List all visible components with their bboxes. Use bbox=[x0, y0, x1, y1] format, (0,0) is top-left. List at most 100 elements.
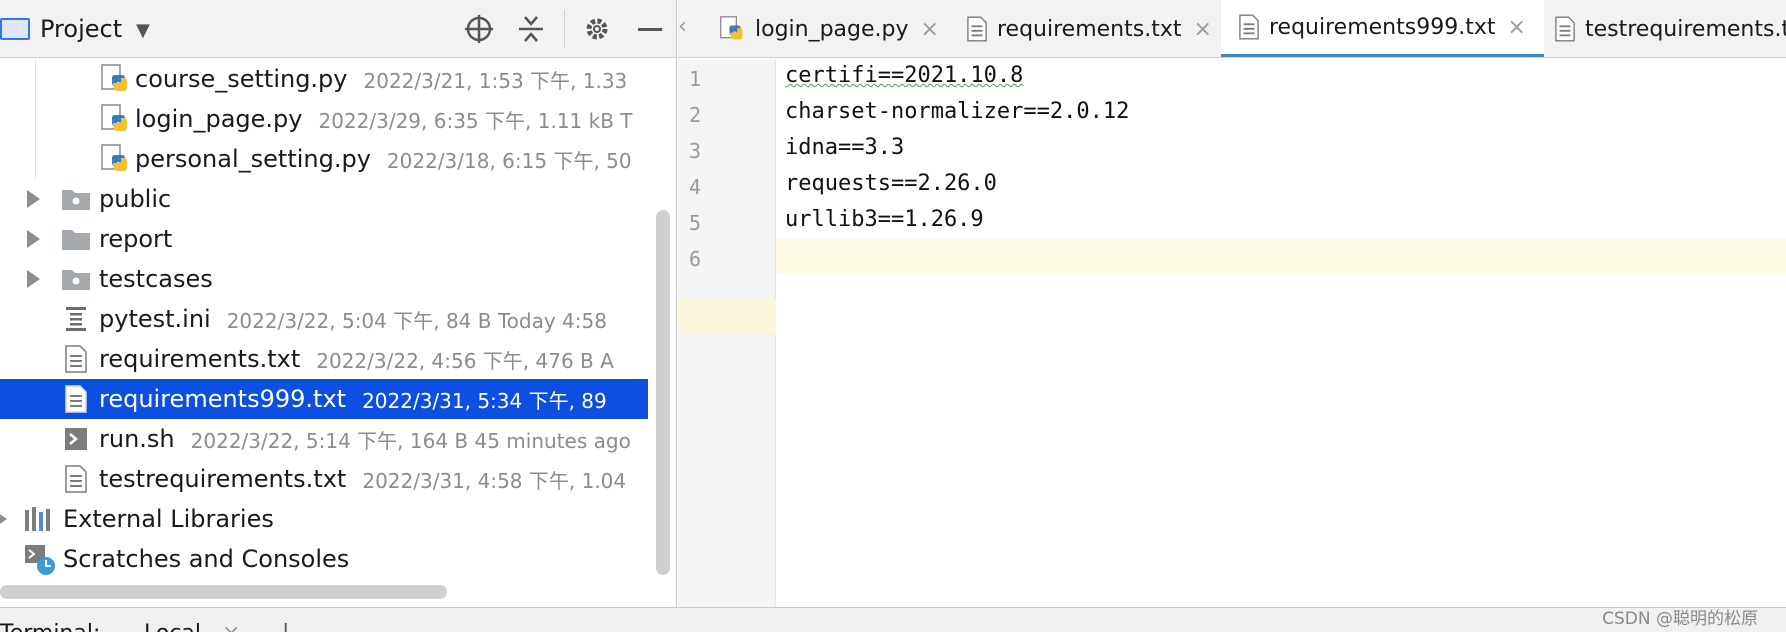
tab-label: requirements999.txt bbox=[1269, 14, 1496, 40]
line-number: 1 bbox=[689, 67, 702, 91]
tab-label: requirements.txt bbox=[997, 16, 1182, 42]
close-icon[interactable]: × bbox=[1193, 17, 1211, 42]
close-icon[interactable]: × bbox=[1507, 15, 1525, 40]
tree-item-meta: 2022/3/22, 5:14 下午, 164 B 45 minutes ago bbox=[190, 428, 631, 453]
package-folder-icon bbox=[62, 270, 90, 290]
tree-item[interactable]: pytest.ini 2022/3/22, 5:04 下午, 84 B Toda… bbox=[0, 299, 648, 339]
horizontal-scrollbar[interactable] bbox=[0, 585, 447, 599]
expand-arrow-icon[interactable] bbox=[0, 510, 7, 528]
tree-item-meta: 2022/3/31, 5:34 下午, 89 bbox=[362, 388, 607, 413]
line-number: 3 bbox=[689, 139, 702, 163]
project-panel: Project ▼ course_setting.py 2022/3/21, 1… bbox=[0, 0, 677, 607]
tree-item-name: Scratches and Consoles bbox=[63, 545, 350, 573]
python-file-icon bbox=[101, 144, 127, 171]
tree-item-meta: 2022/3/22, 4:56 下午, 476 B A bbox=[316, 348, 614, 373]
tab-login-page[interactable]: login_page.py × bbox=[719, 0, 939, 57]
new-terminal-icon[interactable]: | bbox=[282, 621, 289, 632]
project-tool-window-icon[interactable] bbox=[0, 18, 30, 40]
tree-item-meta: 2022/3/21, 1:53 下午, 1.33 bbox=[363, 68, 628, 93]
python-file-icon bbox=[101, 64, 127, 91]
tab-local[interactable]: Local bbox=[144, 621, 201, 632]
line-number: 5 bbox=[689, 211, 702, 235]
tree-item-scratches[interactable]: Scratches and Consoles bbox=[0, 539, 648, 579]
current-line-gutter-highlight bbox=[678, 299, 776, 334]
tree-item-name: External Libraries bbox=[63, 505, 274, 533]
tree-item-selected[interactable]: requirements999.txt 2022/3/31, 5:34 下午, … bbox=[0, 379, 648, 419]
tree-item-meta: 2022/3/22, 5:04 下午, 84 B Today 4:58 bbox=[226, 308, 607, 333]
code-line[interactable]: requests==2.26.0 bbox=[785, 171, 997, 196]
line-number: 6 bbox=[689, 247, 702, 271]
code-line[interactable]: urllib3==1.26.9 bbox=[785, 207, 984, 232]
libraries-icon bbox=[25, 507, 50, 531]
tree-item-name: public bbox=[99, 185, 172, 213]
project-panel-title[interactable]: Project bbox=[40, 15, 122, 43]
tree-item-name: testcases bbox=[99, 265, 213, 293]
tree-item-folder[interactable]: public bbox=[0, 179, 648, 219]
gear-icon[interactable] bbox=[581, 13, 613, 45]
folder-icon bbox=[62, 230, 90, 250]
tree-item-folder[interactable]: report bbox=[0, 219, 648, 259]
bottom-tool-bar: Terminal: Local × | bbox=[0, 607, 1786, 632]
python-file-icon bbox=[101, 104, 127, 131]
close-icon[interactable]: × bbox=[222, 621, 240, 632]
text-file-icon bbox=[967, 16, 987, 42]
code-line[interactable]: idna==3.3 bbox=[785, 135, 904, 160]
expand-arrow-icon[interactable] bbox=[27, 230, 40, 248]
tree-item-name: personal_setting.py bbox=[135, 145, 371, 173]
tree-item-name: requirements.txt bbox=[99, 345, 301, 373]
tab-label: testrequirements.txt bbox=[1585, 16, 1786, 42]
line-number: 2 bbox=[689, 103, 702, 127]
terminal-label[interactable]: Terminal: bbox=[0, 621, 100, 632]
tree-item-name: requirements999.txt bbox=[99, 385, 347, 413]
package-folder-icon bbox=[62, 190, 90, 210]
current-line-highlight bbox=[776, 239, 1786, 274]
header-divider bbox=[564, 10, 565, 48]
expand-arrow-icon[interactable] bbox=[27, 270, 40, 288]
tab-requirements[interactable]: requirements.txt × bbox=[967, 0, 1212, 57]
tree-item-name: report bbox=[99, 225, 173, 253]
editor: ‹ login_page.py × requirements.txt × req… bbox=[678, 0, 1786, 607]
tree-item-external-libraries[interactable]: External Libraries bbox=[0, 499, 648, 539]
watermark: CSDN @聪明的松原 bbox=[1602, 609, 1758, 629]
editor-tab-bar: ‹ login_page.py × requirements.txt × req… bbox=[678, 0, 1786, 58]
python-file-icon bbox=[720, 16, 743, 40]
tree-item-name: course_setting.py bbox=[135, 65, 348, 93]
tree-item-meta: 2022/3/31, 4:58 下午, 1.04 bbox=[362, 468, 627, 493]
close-icon[interactable]: × bbox=[921, 17, 939, 42]
tabs-scroll-left-icon[interactable]: ‹ bbox=[678, 14, 687, 39]
tree-item-meta: 2022/3/18, 6:15 下午, 50 bbox=[386, 148, 632, 173]
expand-arrow-icon[interactable] bbox=[27, 190, 40, 208]
tree-item-name: run.sh bbox=[99, 425, 175, 453]
tree-item[interactable]: testrequirements.txt 2022/3/31, 4:58 下午,… bbox=[0, 459, 648, 499]
text-file-icon bbox=[65, 465, 87, 493]
project-tree: course_setting.py 2022/3/21, 1:53 下午, 1.… bbox=[0, 59, 650, 579]
chevron-down-icon[interactable]: ▼ bbox=[136, 20, 150, 41]
locate-file-icon[interactable] bbox=[463, 13, 495, 45]
tree-item-name: pytest.ini bbox=[99, 305, 211, 333]
tree-item[interactable]: login_page.py 2022/3/29, 6:35 下午, 1.11 k… bbox=[0, 99, 648, 139]
tab-label: login_page.py bbox=[755, 16, 909, 42]
tab-requirements999[interactable]: requirements999.txt × bbox=[1221, 0, 1544, 57]
collapse-all-icon[interactable] bbox=[515, 13, 547, 45]
tab-testrequirements[interactable]: testrequirements.txt bbox=[1555, 0, 1786, 57]
code-line[interactable]: certifi==2021.10.8 bbox=[785, 63, 1023, 88]
tree-item-meta: 2022/3/29, 6:35 下午, 1.11 kB T bbox=[318, 108, 633, 133]
tree-item[interactable]: requirements.txt 2022/3/22, 4:56 下午, 476… bbox=[0, 339, 648, 379]
shell-file-icon bbox=[65, 428, 87, 450]
text-file-icon bbox=[1555, 16, 1575, 42]
tree-item[interactable]: personal_setting.py 2022/3/18, 6:15 下午, … bbox=[0, 139, 648, 179]
code-line[interactable]: charset-normalizer==2.0.12 bbox=[785, 99, 1129, 124]
vertical-scrollbar[interactable] bbox=[656, 210, 670, 575]
line-number-gutter: 1 2 3 4 5 6 bbox=[678, 59, 776, 607]
tree-item[interactable]: course_setting.py 2022/3/21, 1:53 下午, 1.… bbox=[0, 59, 648, 99]
scratches-icon bbox=[25, 545, 55, 575]
text-file-icon bbox=[65, 385, 87, 413]
project-panel-header: Project ▼ bbox=[0, 0, 676, 58]
tree-item-name: login_page.py bbox=[135, 105, 303, 133]
text-file-icon bbox=[1239, 14, 1259, 40]
line-number: 4 bbox=[689, 175, 702, 199]
hide-panel-icon[interactable] bbox=[638, 28, 662, 31]
text-file-icon bbox=[65, 345, 87, 373]
tree-item-folder[interactable]: testcases bbox=[0, 259, 648, 299]
tree-item[interactable]: run.sh 2022/3/22, 5:14 下午, 164 B 45 minu… bbox=[0, 419, 648, 459]
